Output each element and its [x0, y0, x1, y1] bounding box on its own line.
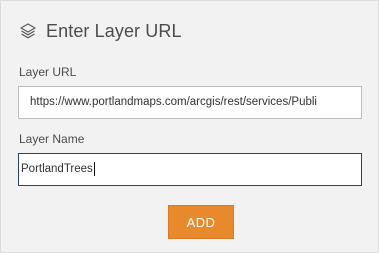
add-button[interactable]: ADD	[168, 205, 234, 239]
layer-name-input[interactable]: PortlandTrees	[18, 153, 362, 186]
layer-name-value: PortlandTrees	[21, 163, 93, 175]
dialog-title: Enter Layer URL	[46, 20, 182, 41]
layer-url-label: Layer URL	[19, 65, 77, 79]
text-cursor	[93, 161, 95, 176]
enter-layer-url-panel: Enter Layer URL Layer URL https://www.po…	[0, 0, 379, 253]
layer-url-input[interactable]: https://www.portlandmaps.com/arcgis/rest…	[18, 86, 362, 119]
layer-name-label: Layer Name	[19, 132, 85, 146]
layers-icon	[19, 22, 37, 40]
dialog-header: Enter Layer URL	[19, 17, 182, 45]
